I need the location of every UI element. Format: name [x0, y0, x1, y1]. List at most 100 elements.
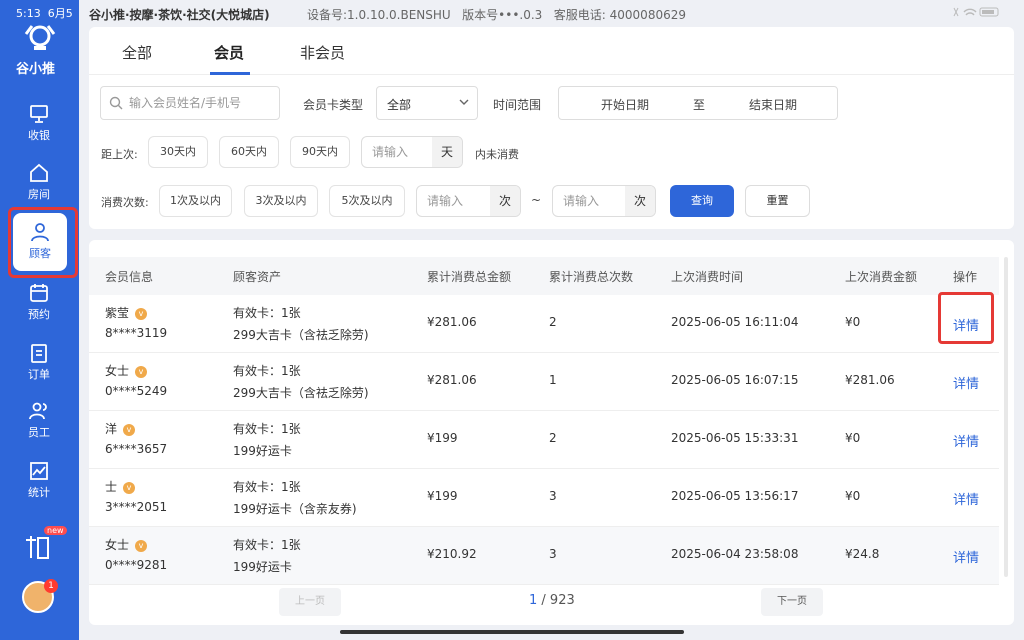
- sidebar-item-rooms[interactable]: 房间: [8, 158, 70, 212]
- sidebar-item-booking[interactable]: 预约: [8, 278, 70, 332]
- vip-icon: v: [135, 539, 148, 552]
- table-scrollbar[interactable]: [1004, 257, 1008, 577]
- query-button[interactable]: 查询: [670, 185, 734, 217]
- date-separator: 至: [693, 98, 706, 112]
- card-type-select[interactable]: 全部: [376, 86, 478, 120]
- house-icon: [30, 163, 48, 182]
- count-min-box[interactable]: 次: [416, 185, 521, 217]
- chip-3-times[interactable]: 3次及以内: [244, 185, 318, 217]
- last-amount: ¥0: [845, 315, 861, 329]
- promo-icon: [26, 536, 49, 559]
- status-bar: 谷小推·按摩·茶饮·社交(大悦城店) 设备号:1.0.10.0.BENSHU 版…: [79, 0, 1024, 26]
- staff-icon: [29, 402, 47, 420]
- tab-members[interactable]: 会员: [214, 42, 244, 63]
- last-visit-label: 距上次:: [101, 148, 138, 161]
- range-tilde: ~: [531, 193, 542, 207]
- detail-link[interactable]: 详情: [953, 547, 979, 566]
- sidebar-item-orders[interactable]: 订单: [8, 338, 70, 392]
- days-input-box[interactable]: 天: [361, 136, 463, 168]
- total-count: 3: [549, 489, 557, 503]
- member-phone: 0****9281: [105, 558, 168, 572]
- chip-30-days[interactable]: 30天内: [148, 136, 208, 168]
- last-time: 2025-06-05 16:11:04: [671, 315, 799, 329]
- last-amount: ¥0: [845, 489, 861, 503]
- clipboard-icon: [31, 344, 47, 363]
- search-box[interactable]: [100, 86, 280, 120]
- detail-link[interactable]: 详情: [953, 373, 979, 392]
- sidebar-item-staff[interactable]: 员工: [8, 396, 70, 450]
- count-max-box[interactable]: 次: [552, 185, 656, 217]
- detail-link[interactable]: 详情: [953, 431, 979, 450]
- tab-all[interactable]: 全部: [122, 42, 152, 63]
- sidebar-item-label: 预约: [28, 308, 50, 321]
- last-amount: ¥24.8: [845, 547, 880, 561]
- col-total-amount: 累计消费总金额: [427, 270, 512, 284]
- time-range-label: 时间范围: [493, 98, 542, 112]
- card-name: 299大吉卡（含祛乏除劳): [233, 386, 369, 400]
- table-header: 会员信息 顾客资产 累计消费总金额 累计消费总次数 上次消费时间 上次消费金额 …: [89, 257, 999, 295]
- prev-page-button[interactable]: 上一页: [279, 588, 341, 616]
- col-action: 操作: [953, 270, 978, 284]
- member-name: 紫莹 v: [105, 304, 148, 321]
- avatar[interactable]: 1: [22, 579, 58, 613]
- total-count: 2: [549, 315, 557, 329]
- chip-5-times[interactable]: 5次及以内: [329, 185, 405, 217]
- store-name: 谷小推·按摩·茶饮·社交(大悦城店): [89, 8, 270, 22]
- promo-button[interactable]: new: [22, 526, 67, 564]
- chip-90-days[interactable]: 90天内: [290, 136, 350, 168]
- sidebar: 5:13 6月5 谷小推 收银 房间 顾客 预约 订单 员工 统计 new 1: [0, 0, 79, 640]
- chevron-down-icon: [459, 99, 469, 105]
- chart-icon: [30, 462, 48, 480]
- card-count: 有效卡：1张: [233, 480, 301, 494]
- highlight-outline: [8, 207, 78, 278]
- device-info: 设备号:1.0.10.0.BENSHU 版本号•••.0.3 客服电话: 400…: [307, 8, 686, 22]
- table-row: 女士 v 0****9281 有效卡：1张 199好运卡 ¥210.92 3 20…: [89, 527, 999, 585]
- member-phone: 6****3657: [105, 442, 168, 456]
- status-time: 5:13 6月5: [16, 7, 73, 20]
- last-time: 2025-06-04 23:58:08: [671, 547, 799, 561]
- vip-icon: v: [123, 423, 136, 436]
- card-name: 199好运卡: [233, 444, 292, 458]
- filter-panel: 全部 会员 非会员 会员卡类型 全部 时间范围 开始日期 至 结束日期 距上次:…: [89, 27, 1014, 229]
- sidebar-item-label: 订单: [28, 368, 50, 381]
- total-amount: ¥281.06: [427, 373, 477, 387]
- brand-logo: 谷小推: [10, 22, 70, 78]
- member-name: 女士 v: [105, 362, 148, 379]
- card-name: 199好运卡: [233, 560, 292, 574]
- total-count: 3: [549, 547, 557, 561]
- search-input[interactable]: [129, 93, 269, 113]
- chip-1-times[interactable]: 1次及以内: [159, 185, 232, 217]
- tab-indicator: [210, 72, 250, 75]
- table-row: 士v 3****2051 有效卡：1张 199好运卡（含亲友券) ¥199 3 …: [89, 469, 999, 527]
- count-max-input[interactable]: [563, 194, 623, 208]
- customer-table: 会员信息 顾客资产 累计消费总金额 累计消费总次数 上次消费时间 上次消费金额 …: [89, 240, 1014, 625]
- count-min-input[interactable]: [427, 194, 487, 208]
- col-last-amount: 上次消费金额: [845, 270, 918, 284]
- notification-count: 1: [44, 579, 58, 593]
- vip-icon: v: [135, 307, 148, 320]
- unit-times: 次: [625, 186, 655, 216]
- unit-day: 天: [432, 137, 462, 167]
- reset-button[interactable]: 重置: [745, 185, 810, 217]
- member-phone: 3****2051: [105, 500, 168, 514]
- total-count: 1: [549, 373, 557, 387]
- sidebar-item-label: 统计: [28, 486, 50, 499]
- days-input[interactable]: [372, 145, 432, 159]
- sidebar-item-stats[interactable]: 统计: [8, 456, 70, 510]
- sidebar-item-cashier[interactable]: 收银: [8, 99, 70, 153]
- sidebar-item-label: 员工: [28, 426, 50, 439]
- end-date-field[interactable]: 结束日期: [749, 96, 797, 113]
- chip-60-days[interactable]: 60天内: [219, 136, 279, 168]
- tab-non-members[interactable]: 非会员: [300, 42, 345, 63]
- highlight-outline: [938, 292, 994, 344]
- next-page-button[interactable]: 下一页: [761, 588, 823, 616]
- card-count: 有效卡：1张: [233, 422, 301, 436]
- start-date-field[interactable]: 开始日期: [601, 96, 649, 113]
- table-row: 洋v 6****3657 有效卡：1张 199好运卡 ¥199 2 2025-0…: [89, 411, 999, 469]
- member-phone: 0****5249: [105, 384, 168, 398]
- date-range-picker[interactable]: 开始日期 至 结束日期: [558, 86, 838, 120]
- member-name: 洋v: [105, 420, 136, 437]
- card-count: 有效卡：1张: [233, 364, 301, 378]
- detail-link[interactable]: 详情: [953, 489, 979, 508]
- card-type-label: 会员卡类型: [303, 98, 364, 112]
